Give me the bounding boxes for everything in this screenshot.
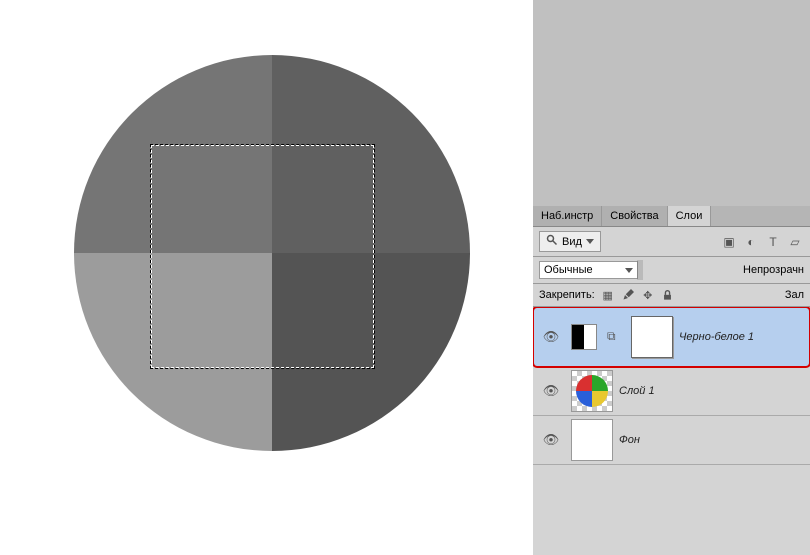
layer-name[interactable]: Слой 1 (619, 385, 655, 397)
link-icon[interactable]: ⧉ (607, 329, 621, 344)
circle-quadrant-bottom-right (272, 253, 470, 451)
layer-row-adjustment[interactable]: 👁 ⧉ Черно-белое 1 (533, 307, 810, 367)
lock-move-icon[interactable]: ✥ (641, 288, 655, 302)
circle-quadrant-top-right (272, 55, 470, 253)
layers-panel: Наб.инстр Свойства Слои Вид ▣ ◐ T ▱ Обыч… (533, 0, 810, 555)
opacity-label: Непрозрачн (743, 264, 804, 276)
layer-row-background[interactable]: 👁 Фон (533, 416, 810, 465)
blend-mode-select[interactable]: Обычные (539, 261, 638, 279)
circle-quadrant-top-left (74, 55, 272, 253)
visibility-toggle-icon[interactable]: 👁 (543, 432, 560, 448)
blend-opacity-row: Обычные Непрозрачн (533, 257, 810, 284)
view-filter-label: Вид (562, 236, 582, 248)
tab-tools[interactable]: Наб.инстр (533, 206, 602, 226)
layer-row-image[interactable]: 👁 Слой 1 (533, 367, 810, 416)
layer-name[interactable]: Фон (619, 434, 640, 446)
lock-label: Закрепить: (539, 289, 595, 301)
canvas-artwork (74, 55, 470, 451)
layers-list: 👁 ⧉ Черно-белое 1 👁 Слой 1 👁 Фон (533, 307, 810, 555)
filter-type-icon[interactable]: T (764, 233, 782, 251)
chevron-down-icon (625, 268, 633, 273)
lock-paint-icon[interactable] (621, 288, 635, 302)
layer-name[interactable]: Черно-белое 1 (679, 331, 754, 343)
filter-image-icon[interactable]: ▣ (720, 233, 738, 251)
layer-mask-thumb[interactable] (631, 316, 673, 358)
search-icon (546, 234, 558, 249)
lock-transparency-icon[interactable]: ▦ (601, 288, 615, 302)
visibility-toggle-icon[interactable]: 👁 (543, 329, 560, 345)
tab-layers[interactable]: Слои (668, 206, 712, 226)
visibility-toggle-icon[interactable]: 👁 (543, 383, 560, 399)
blend-mode-value: Обычные (544, 264, 593, 276)
panel-tabs: Наб.инстр Свойства Слои (533, 206, 810, 227)
layer-thumb[interactable] (571, 370, 613, 412)
layer-filter-row: Вид ▣ ◐ T ▱ (533, 227, 810, 257)
lock-row: Закрепить: ▦ ✥ Зал (533, 284, 810, 307)
view-filter-dropdown[interactable]: Вид (539, 231, 601, 252)
filter-shape-icon[interactable]: ▱ (786, 233, 804, 251)
layer-thumb[interactable] (571, 419, 613, 461)
fill-label: Зал (785, 289, 804, 301)
circle-quadrant-bottom-left (74, 253, 272, 451)
filter-adjust-icon[interactable]: ◐ (742, 233, 760, 251)
canvas-area[interactable] (0, 0, 533, 555)
chevron-down-icon (586, 239, 594, 244)
adjustment-bw-icon (571, 324, 597, 350)
lock-all-icon[interactable] (661, 288, 675, 302)
tab-properties[interactable]: Свойства (602, 206, 667, 226)
panel-empty-area (533, 0, 810, 206)
